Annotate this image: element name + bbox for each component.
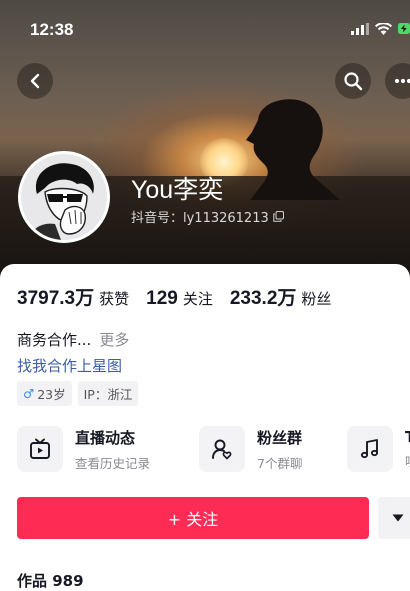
profile-card: 3797.3万 获赞 129 关注 233.2万 粉丝 商务合作... 更多 找我… [0, 264, 410, 590]
feature-shortcuts: 直播动态 查看历史记录 粉丝群 7个群聊 [17, 426, 410, 476]
feature-text: T 听 [405, 428, 410, 470]
bio: 商务合作... 更多 [17, 329, 129, 350]
fans-group-subtitle: 7个群聊 [257, 455, 303, 471]
avatar[interactable] [18, 151, 110, 243]
follow-button[interactable]: + 关注 [17, 497, 369, 539]
gender-age-tag: ♂ 23岁 [17, 381, 72, 406]
cellular-signal-icon [351, 22, 369, 35]
more-actions-dropdown[interactable] [378, 497, 410, 539]
feature-icon-box [347, 426, 393, 472]
profile-cover: 12:38 You李奕 抖音号：ly113261213 [0, 0, 410, 278]
male-icon: ♂ [23, 386, 35, 401]
cover-silhouette [246, 99, 340, 200]
fans-group-entry[interactable]: 粉丝群 7个群聊 [199, 426, 302, 472]
likes-count[interactable]: 3797.3万 [17, 283, 94, 310]
tv-icon [30, 438, 50, 459]
fans-group-title: 粉丝群 [257, 428, 303, 447]
feature-text: 直播动态 查看历史记录 [75, 427, 150, 472]
likes-label: 获赞 [99, 290, 130, 308]
following-count[interactable]: 129 [146, 288, 178, 310]
feature-icon-box [17, 426, 63, 472]
caret-down-icon [392, 514, 404, 522]
live-history-entry[interactable]: 直播动态 查看历史记录 [17, 426, 150, 472]
live-history-title: 直播动态 [75, 428, 136, 447]
music-note-icon [360, 439, 379, 459]
back-button[interactable] [17, 63, 53, 99]
search-icon [344, 72, 363, 91]
music-subtitle: 听 [405, 451, 410, 470]
douyin-id[interactable]: 抖音号：ly113261213 [131, 207, 284, 226]
avatar-illustration [21, 154, 107, 240]
copy-icon[interactable] [273, 211, 284, 222]
ip-location-tag: IP：浙江 [77, 381, 139, 406]
followers-count[interactable]: 233.2万 [230, 283, 297, 310]
following-label: 关注 [182, 290, 213, 308]
bio-text: 商务合作... [17, 331, 92, 349]
works-tab[interactable]: 作品 989 [17, 570, 84, 591]
wifi-icon [375, 22, 392, 35]
status-icons [351, 22, 410, 35]
stats-row: 3797.3万 获赞 129 关注 233.2万 粉丝 [17, 283, 348, 310]
more-options-button[interactable] [385, 63, 410, 99]
followers-label: 粉丝 [301, 290, 332, 308]
star-map-link[interactable]: 找我合作上星图 [17, 355, 122, 376]
douyin-id-text: 抖音号：ly113261213 [131, 211, 269, 226]
more-dots-icon [394, 78, 410, 84]
fans-group-icon [212, 439, 232, 460]
music-title: T [405, 428, 410, 446]
search-button[interactable] [335, 63, 371, 99]
bio-more-link[interactable]: 更多 [99, 331, 129, 349]
age-text: 23岁 [37, 387, 66, 402]
feature-icon-box [199, 426, 245, 472]
live-history-subtitle: 查看历史记录 [75, 455, 151, 471]
works-tab-label: 作品 [17, 572, 48, 590]
profile-tags: ♂ 23岁 IP：浙江 [17, 381, 139, 406]
chevron-left-icon [30, 73, 40, 89]
works-tab-count: 989 [52, 572, 84, 590]
battery-icon [398, 23, 410, 34]
music-entry[interactable]: T 听 [347, 426, 410, 472]
status-bar: 12:38 [0, 0, 410, 56]
feature-text: 粉丝群 7个群聊 [257, 427, 302, 472]
profile-name: You李奕 [131, 176, 224, 204]
status-time: 12:38 [30, 20, 74, 39]
